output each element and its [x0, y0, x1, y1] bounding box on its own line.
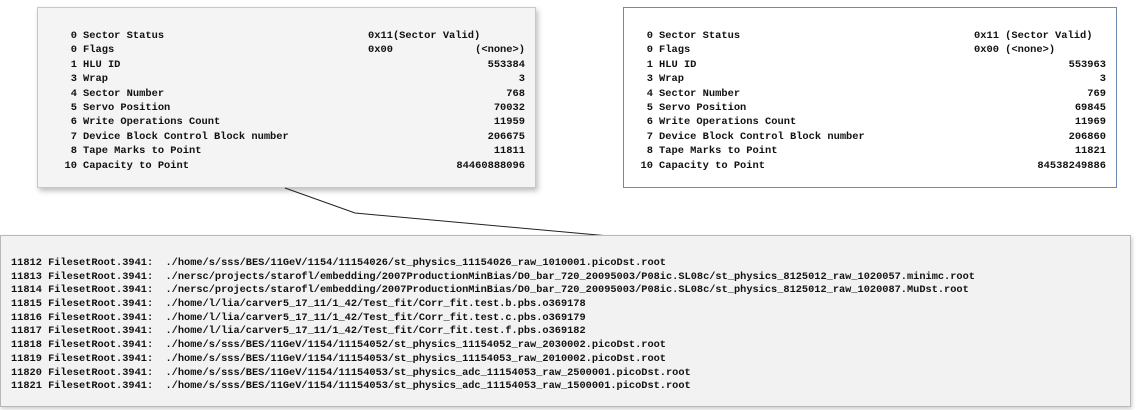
fileset-listing-panel: 11812 FilesetRoot.3941: ./home/s/sss/BES… — [0, 235, 1131, 407]
callout-line — [284, 187, 621, 238]
fileset-line: 11814 FilesetRoot.3941: ./nersc/projects… — [11, 284, 969, 297]
fileset-line: 11821 FilesetRoot.3941: ./home/s/sss/BES… — [11, 380, 691, 393]
fileset-line: 11812 FilesetRoot.3941: ./home/s/sss/BES… — [11, 257, 666, 269]
fileset-line: 11815 FilesetRoot.3941: ./home/l/lia/car… — [11, 298, 586, 311]
fileset-line: 11818 FilesetRoot.3941: ./home/s/sss/BES… — [11, 339, 666, 352]
fileset-line: 11813 FilesetRoot.3941: ./nersc/projects… — [11, 270, 975, 283]
fileset-line: 11819 FilesetRoot.3941: ./home/s/sss/BES… — [11, 352, 666, 365]
fileset-lines: 11812 FilesetRoot.3941: ./home/s/sss/BES… — [11, 257, 975, 394]
fileset-line: 11816 FilesetRoot.3941: ./home/l/lia/car… — [11, 311, 586, 324]
fileset-line: 11817 FilesetRoot.3941: ./home/l/lia/car… — [11, 325, 586, 338]
fileset-line: 11820 FilesetRoot.3941: ./home/s/sss/BES… — [11, 366, 691, 379]
